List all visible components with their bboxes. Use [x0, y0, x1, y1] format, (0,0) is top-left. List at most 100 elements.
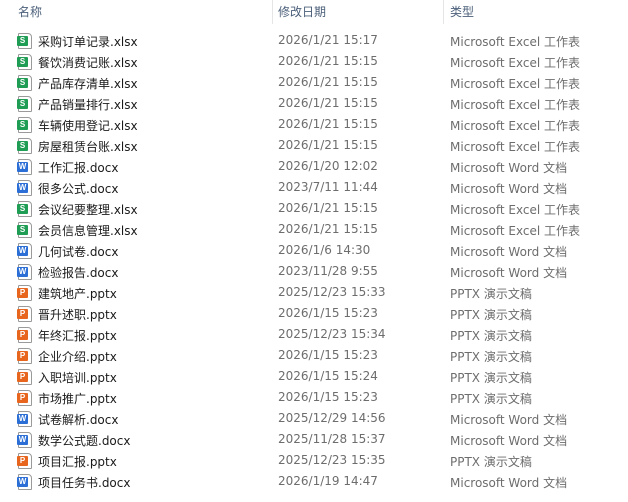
- docx-file-icon: W: [17, 243, 32, 259]
- file-type-badge: W: [17, 414, 28, 424]
- column-divider[interactable]: [272, 0, 273, 24]
- file-name: 晋升述职.pptx: [38, 308, 117, 322]
- file-date: 2026/1/15 15:23: [278, 306, 378, 320]
- file-type: Microsoft Excel 工作表: [450, 98, 581, 112]
- pptx-file-icon: P: [17, 285, 32, 301]
- column-header-type[interactable]: 类型: [450, 3, 474, 20]
- file-type: PPTX 演示文稿: [450, 371, 532, 385]
- file-type-badge: W: [17, 162, 28, 172]
- file-date: 2026/1/19 14:47: [278, 474, 378, 488]
- xlsx-file-icon: S: [17, 96, 32, 112]
- file-row[interactable]: W 几何试卷.docx 2026/1/6 14:30 Microsoft Word 文…: [0, 240, 628, 261]
- file-row[interactable]: P 年终汇报.pptx 2025/12/23 15:34 PPTX 演示文稿: [0, 324, 628, 345]
- column-header: 名称 修改日期 类型: [0, 0, 628, 24]
- file-type-badge: S: [17, 99, 28, 109]
- file-row[interactable]: S 采购订单记录.xlsx 2026/1/21 15:17 Microsoft Exc…: [0, 30, 628, 51]
- file-name: 市场推广.pptx: [38, 392, 117, 406]
- file-row[interactable]: P 晋升述职.pptx 2026/1/15 15:23 PPTX 演示文稿: [0, 303, 628, 324]
- xlsx-file-icon: S: [17, 117, 32, 133]
- file-row[interactable]: S 产品销量排行.xlsx 2026/1/21 15:15 Microsoft Exc…: [0, 93, 628, 114]
- file-date: 2026/1/21 15:15: [278, 201, 378, 215]
- file-type: Microsoft Word 文档: [450, 266, 568, 280]
- file-type: Microsoft Word 文档: [450, 434, 568, 448]
- pptx-file-icon: P: [17, 390, 32, 406]
- file-row[interactable]: P 项目汇报.pptx 2025/12/23 15:35 PPTX 演示文稿: [0, 450, 628, 471]
- file-type-badge: W: [17, 477, 28, 487]
- file-name: 企业介绍.pptx: [38, 350, 117, 364]
- column-header-name[interactable]: 名称: [18, 3, 42, 20]
- file-date: 2026/1/21 15:15: [278, 138, 378, 152]
- file-date: 2026/1/15 15:23: [278, 390, 378, 404]
- file-row[interactable]: S 房屋租赁台账.xlsx 2026/1/21 15:15 Microsoft Exc…: [0, 135, 628, 156]
- file-row[interactable]: W 项目任务书.docx 2026/1/19 14:47 Microsoft Word…: [0, 471, 628, 492]
- file-name: 很多公式.docx: [38, 182, 119, 196]
- file-row[interactable]: W 试卷解析.docx 2025/12/29 14:56 Microsoft Word…: [0, 408, 628, 429]
- file-type: PPTX 演示文稿: [450, 455, 532, 469]
- file-type-badge: P: [17, 288, 28, 298]
- file-name: 产品库存清单.xlsx: [38, 77, 138, 91]
- file-date: 2026/1/21 15:17: [278, 33, 378, 47]
- file-row[interactable]: W 工作汇报.docx 2026/1/20 12:02 Microsoft Word …: [0, 156, 628, 177]
- file-date: 2023/7/11 11:44: [278, 180, 378, 194]
- file-row[interactable]: P 市场推广.pptx 2026/1/15 15:23 PPTX 演示文稿: [0, 387, 628, 408]
- file-row[interactable]: W 检验报告.docx 2023/11/28 9:55 Microsoft Word …: [0, 261, 628, 282]
- file-row[interactable]: P 入职培训.pptx 2026/1/15 15:24 PPTX 演示文稿: [0, 366, 628, 387]
- file-row[interactable]: S 产品库存清单.xlsx 2026/1/21 15:15 Microsoft Exc…: [0, 72, 628, 93]
- file-type: Microsoft Excel 工作表: [450, 224, 581, 238]
- file-type-badge: W: [17, 246, 28, 256]
- file-type: PPTX 演示文稿: [450, 287, 532, 301]
- file-date: 2025/12/29 14:56: [278, 411, 386, 425]
- file-type: PPTX 演示文稿: [450, 329, 532, 343]
- file-name: 检验报告.docx: [38, 266, 119, 280]
- file-date: 2026/1/21 15:15: [278, 96, 378, 110]
- pptx-file-icon: P: [17, 327, 32, 343]
- file-name: 项目任务书.docx: [38, 476, 131, 490]
- docx-file-icon: W: [17, 411, 32, 427]
- xlsx-file-icon: S: [17, 222, 32, 238]
- file-type-badge: S: [17, 120, 28, 130]
- file-type: PPTX 演示文稿: [450, 308, 532, 322]
- pptx-file-icon: P: [17, 348, 32, 364]
- file-type: Microsoft Excel 工作表: [450, 140, 581, 154]
- file-type: Microsoft Excel 工作表: [450, 203, 581, 217]
- file-name: 会员信息管理.xlsx: [38, 224, 138, 238]
- file-name: 餐饮消费记账.xlsx: [38, 56, 138, 70]
- file-date: 2023/11/28 9:55: [278, 264, 378, 278]
- file-type: PPTX 演示文稿: [450, 350, 532, 364]
- file-type: Microsoft Word 文档: [450, 413, 568, 427]
- column-divider[interactable]: [443, 0, 444, 24]
- file-row[interactable]: P 企业介绍.pptx 2026/1/15 15:23 PPTX 演示文稿: [0, 345, 628, 366]
- file-row[interactable]: P 建筑地产.pptx 2025/12/23 15:33 PPTX 演示文稿: [0, 282, 628, 303]
- file-date: 2025/12/23 15:35: [278, 453, 386, 467]
- file-type: Microsoft Excel 工作表: [450, 56, 581, 70]
- file-type: Microsoft Excel 工作表: [450, 35, 581, 49]
- file-type-badge: S: [17, 78, 28, 88]
- file-row[interactable]: S 车辆使用登记.xlsx 2026/1/21 15:15 Microsoft Exc…: [0, 114, 628, 135]
- xlsx-file-icon: S: [17, 138, 32, 154]
- file-row[interactable]: W 数学公式题.docx 2025/11/28 15:37 Microsoft Wor…: [0, 429, 628, 450]
- file-row[interactable]: S 会员信息管理.xlsx 2026/1/21 15:15 Microsoft Exc…: [0, 219, 628, 240]
- file-name: 数学公式题.docx: [38, 434, 131, 448]
- file-type: PPTX 演示文稿: [450, 392, 532, 406]
- file-name: 项目汇报.pptx: [38, 455, 117, 469]
- file-row[interactable]: S 餐饮消费记账.xlsx 2026/1/21 15:15 Microsoft Exc…: [0, 51, 628, 72]
- file-row[interactable]: W 很多公式.docx 2023/7/11 11:44 Microsoft Word …: [0, 177, 628, 198]
- file-date: 2026/1/15 15:23: [278, 348, 378, 362]
- file-name: 入职培训.pptx: [38, 371, 117, 385]
- xlsx-file-icon: S: [17, 75, 32, 91]
- file-name: 工作汇报.docx: [38, 161, 119, 175]
- file-type-badge: P: [17, 393, 28, 403]
- docx-file-icon: W: [17, 159, 32, 175]
- file-type: Microsoft Word 文档: [450, 182, 568, 196]
- file-type-badge: S: [17, 57, 28, 67]
- file-date: 2026/1/21 15:15: [278, 75, 378, 89]
- pptx-file-icon: P: [17, 369, 32, 385]
- file-type-badge: P: [17, 372, 28, 382]
- file-name: 车辆使用登记.xlsx: [38, 119, 138, 133]
- file-row[interactable]: S 会议纪要整理.xlsx 2026/1/21 15:15 Microsoft Exc…: [0, 198, 628, 219]
- file-type-badge: S: [17, 225, 28, 235]
- xlsx-file-icon: S: [17, 54, 32, 70]
- file-type-badge: W: [17, 435, 28, 445]
- docx-file-icon: W: [17, 474, 32, 490]
- column-header-date[interactable]: 修改日期: [278, 3, 326, 20]
